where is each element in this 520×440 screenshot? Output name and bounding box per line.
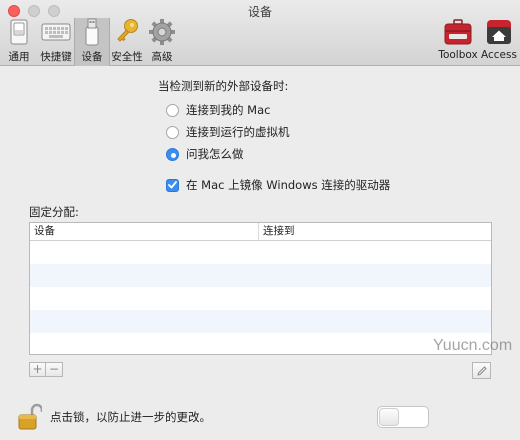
toolbar-label: 通用 bbox=[8, 51, 30, 63]
table-header: 设备 连接到 bbox=[30, 223, 491, 241]
general-switch-icon bbox=[4, 18, 34, 46]
toolbar-toolbox[interactable]: Toolbox bbox=[438, 18, 478, 66]
radio-label: 连接到运行的虚拟机 bbox=[186, 125, 290, 139]
radio-button[interactable] bbox=[166, 103, 179, 117]
radio-connect-to-vm[interactable]: 连接到运行的虚拟机 bbox=[166, 124, 290, 140]
toolbar-label: 快捷键 bbox=[40, 51, 72, 63]
lock-hint: 点击锁，以防止进一步的更改。 bbox=[50, 410, 211, 424]
toolbar-access[interactable]: Access bbox=[481, 18, 517, 66]
keyboard-icon bbox=[41, 18, 71, 46]
radio-ask-me[interactable]: 问我怎么做 bbox=[166, 146, 244, 162]
radio-button[interactable] bbox=[166, 125, 179, 139]
column-header-device[interactable]: 设备 bbox=[30, 223, 259, 240]
add-button[interactable]: + bbox=[29, 362, 46, 377]
checkbox-checked[interactable] bbox=[166, 178, 179, 192]
table-row bbox=[30, 264, 491, 287]
toolbox-icon bbox=[443, 18, 473, 46]
radio-button-selected[interactable] bbox=[166, 147, 179, 161]
toolbar-label: 设备 bbox=[81, 51, 103, 63]
checkmark-icon bbox=[168, 181, 177, 189]
pencil-icon bbox=[476, 365, 487, 376]
toolbar-label: 高级 bbox=[151, 51, 173, 63]
new-device-prompt: 当检测到新的外部设备时: bbox=[158, 79, 289, 93]
table-row bbox=[30, 241, 491, 264]
column-header-connect-to[interactable]: 连接到 bbox=[259, 223, 491, 240]
toggle-switch[interactable] bbox=[377, 406, 429, 428]
checkbox-label: 在 Mac 上镜像 Windows 连接的驱动器 bbox=[186, 178, 391, 192]
title-bar: 设备 通用 快捷键 设备 安全性 高级 Toolbox Access bbox=[0, 0, 520, 66]
toolbar-devices[interactable]: 设备 bbox=[74, 18, 110, 66]
mirror-drives-checkbox-row[interactable]: 在 Mac 上镜像 Windows 连接的驱动器 bbox=[166, 177, 390, 193]
usb-device-icon bbox=[77, 18, 107, 46]
key-icon bbox=[112, 18, 142, 46]
gear-icon bbox=[147, 18, 177, 46]
radio-label: 问我怎么做 bbox=[186, 147, 244, 161]
toolbar-security[interactable]: 安全性 bbox=[110, 18, 144, 66]
toolbar-label: 安全性 bbox=[111, 51, 143, 63]
unlocked-padlock-icon[interactable] bbox=[18, 403, 44, 431]
table-add-remove: + − bbox=[29, 362, 63, 377]
radio-label: 连接到我的 Mac bbox=[186, 103, 271, 117]
table-row bbox=[30, 310, 491, 333]
fixed-assignment-label: 固定分配: bbox=[29, 205, 79, 219]
access-home-icon bbox=[484, 18, 514, 46]
toolbar-general[interactable]: 通用 bbox=[4, 18, 34, 66]
toolbar-advanced[interactable]: 高级 bbox=[147, 18, 177, 66]
toolbar-label: Toolbox bbox=[438, 49, 478, 61]
edit-button[interactable] bbox=[472, 362, 491, 379]
assignment-table[interactable]: 设备 连接到 bbox=[29, 222, 492, 355]
remove-button[interactable]: − bbox=[46, 362, 63, 377]
radio-connect-to-mac[interactable]: 连接到我的 Mac bbox=[166, 102, 270, 118]
table-row bbox=[30, 333, 491, 354]
table-row bbox=[30, 287, 491, 310]
toolbar-shortcuts[interactable]: 快捷键 bbox=[37, 18, 75, 66]
toolbar-label: Access bbox=[481, 49, 517, 61]
devices-pane: 当检测到新的外部设备时: 连接到我的 Mac 连接到运行的虚拟机 问我怎么做 在… bbox=[0, 66, 520, 440]
